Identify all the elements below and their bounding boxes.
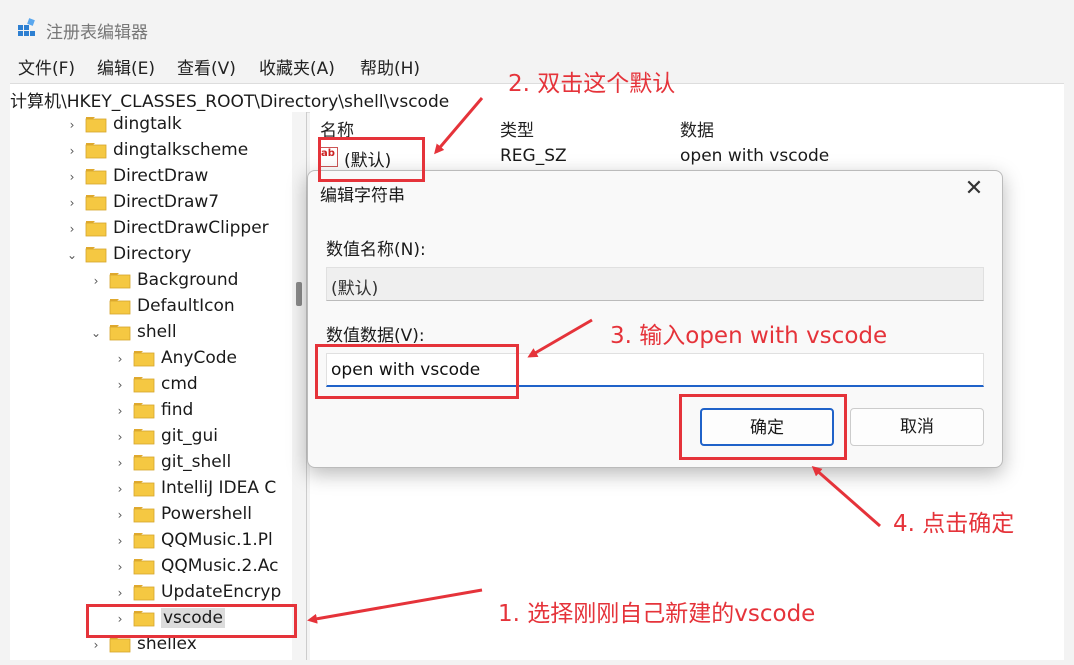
arrow-step-3	[527, 318, 593, 358]
arrow-step-4	[811, 466, 881, 528]
annotation-arrows	[307, 97, 881, 624]
arrow-step-1	[307, 588, 483, 624]
arrow-step-2	[434, 97, 484, 155]
